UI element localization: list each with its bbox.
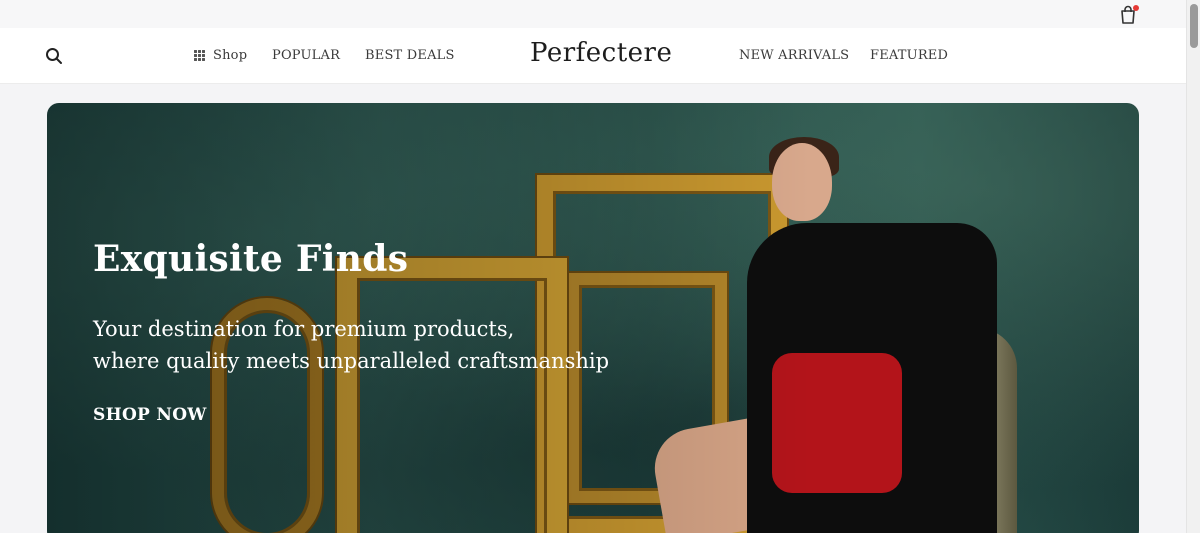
scrollbar-thumb[interactable] <box>1190 4 1198 48</box>
nav-new-arrivals[interactable]: NEW ARRIVALS <box>739 48 849 63</box>
nav-best-deals[interactable]: BEST DEALS <box>365 48 455 63</box>
hero-subtitle: Your destination for premium products, w… <box>93 313 609 377</box>
nav-featured[interactable]: FEATURED <box>870 48 948 63</box>
main-navigation: Shop POPULAR BEST DEALS Perfectere NEW A… <box>0 28 1186 84</box>
grid-icon <box>194 50 205 61</box>
search-icon <box>46 48 62 64</box>
cart-badge <box>1133 5 1139 11</box>
top-utility-bar <box>0 0 1186 28</box>
hero-title: Exquisite Finds <box>93 238 409 280</box>
site-logo[interactable]: Perfectere <box>530 38 672 68</box>
nav-popular[interactable]: POPULAR <box>272 48 340 63</box>
hero-banner: Exquisite Finds Your destination for pre… <box>47 103 1139 533</box>
search-button[interactable] <box>45 47 63 65</box>
cart-button[interactable] <box>1119 5 1139 25</box>
nav-shop[interactable]: Shop <box>194 48 247 63</box>
nav-shop-label: Shop <box>213 48 248 63</box>
hero-subtitle-line: where quality meets unparalleled craftsm… <box>93 349 610 373</box>
hero-subtitle-line: Your destination for premium products, <box>93 317 515 341</box>
shop-now-button[interactable]: SHOP NOW <box>93 405 207 425</box>
page-scrollbar[interactable] <box>1186 0 1200 533</box>
